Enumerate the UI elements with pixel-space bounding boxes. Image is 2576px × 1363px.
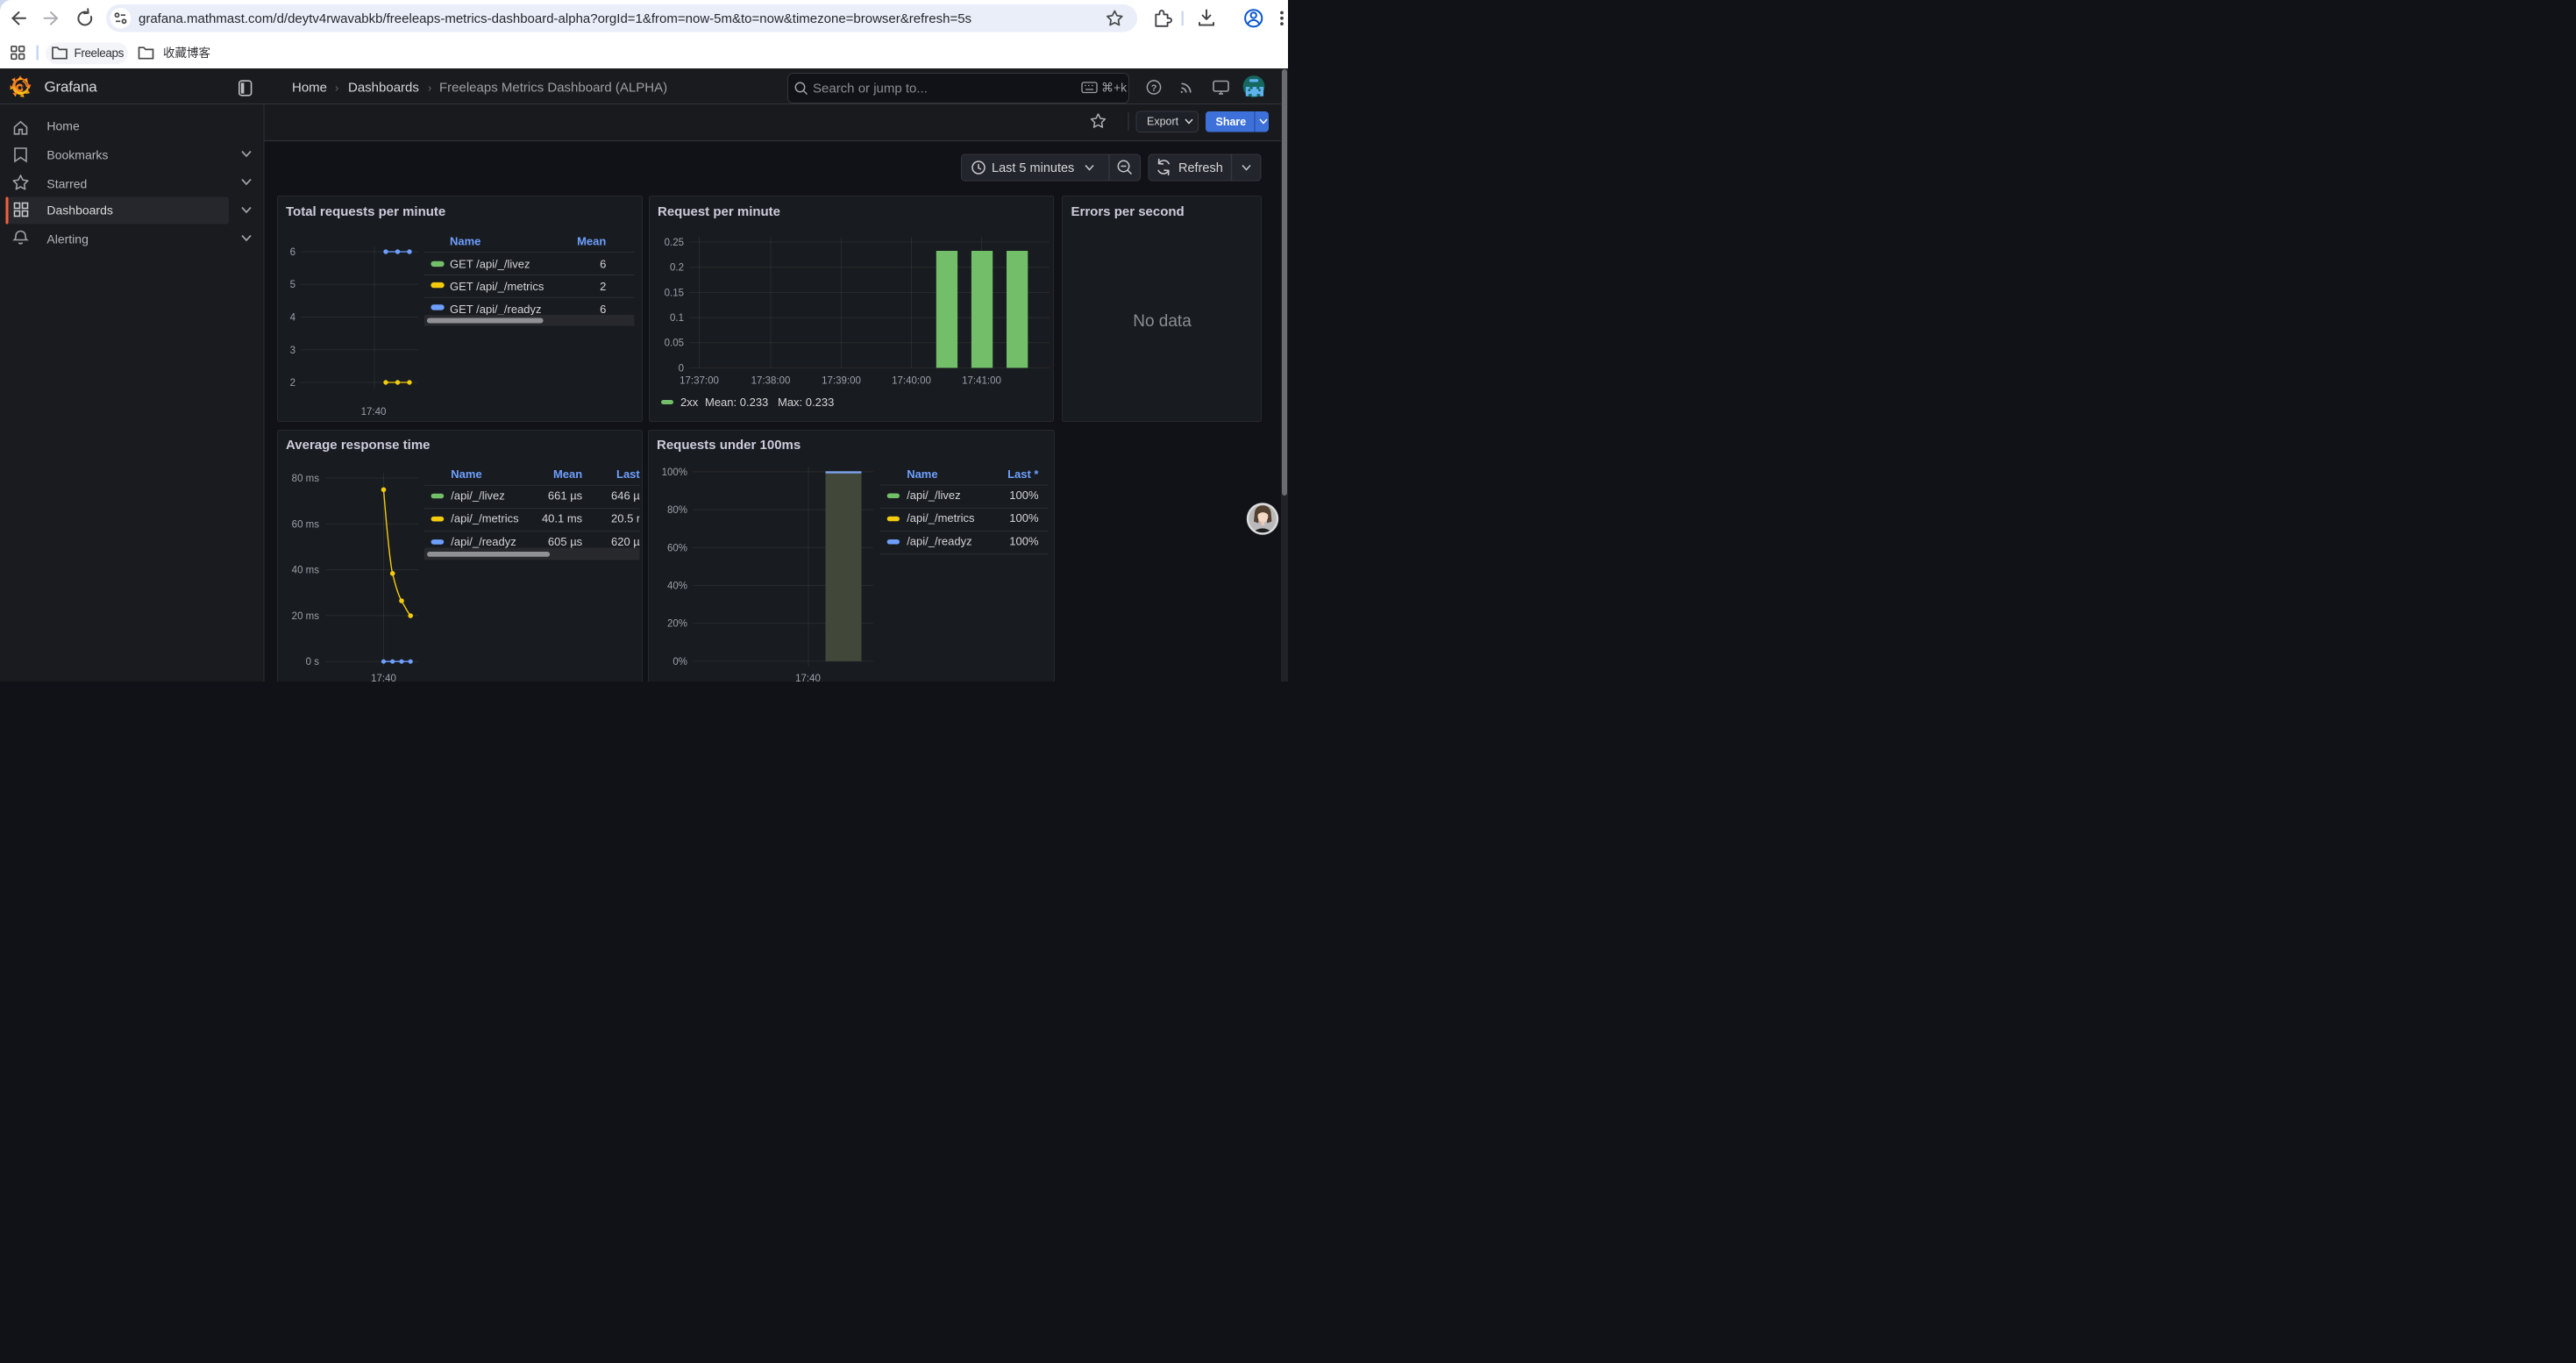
svg-text:17:39:00: 17:39:00: [822, 376, 861, 387]
svg-text:/api/_/livez: /api/_/livez: [451, 489, 504, 502]
svg-text:Max: 0.233: Max: 0.233: [778, 396, 834, 409]
svg-text:4: 4: [290, 313, 296, 324]
svg-text:80 ms: 80 ms: [292, 474, 320, 484]
svg-text:2: 2: [290, 378, 295, 389]
svg-text:Mean: 0.233: Mean: 0.233: [705, 396, 768, 409]
svg-text:0 s: 0 s: [306, 657, 320, 667]
svg-text:40.1 ms: 40.1 ms: [542, 512, 583, 525]
svg-text:/api/_/livez: /api/_/livez: [907, 489, 960, 502]
svg-text:2xx: 2xx: [680, 396, 699, 409]
svg-text:Last *: Last *: [616, 467, 648, 481]
svg-text:Mean: Mean: [577, 235, 606, 248]
svg-text:20%: 20%: [667, 619, 687, 630]
svg-text:Name: Name: [450, 235, 480, 248]
svg-text:GET /api/_/livez: GET /api/_/livez: [450, 257, 530, 270]
svg-text:3: 3: [290, 346, 295, 356]
svg-text:20 ms: 20 ms: [292, 611, 320, 622]
svg-text:100%: 100%: [1009, 535, 1039, 548]
svg-text:0.1: 0.1: [670, 313, 684, 324]
svg-text:Last *: Last *: [1007, 467, 1039, 481]
svg-text:Freeleaps: Freeleaps: [75, 46, 125, 60]
svg-text:80%: 80%: [667, 505, 687, 516]
svg-text:17:40: 17:40: [361, 407, 387, 417]
svg-text:661 µs: 661 µs: [548, 489, 583, 502]
svg-text:Mean: Mean: [553, 467, 582, 481]
svg-text:100%: 100%: [1009, 511, 1039, 525]
svg-text:Name: Name: [907, 467, 937, 481]
svg-text:GET /api/_/readyz: GET /api/_/readyz: [450, 303, 542, 316]
svg-text:17:40:00: 17:40:00: [892, 376, 931, 387]
svg-text:0.05: 0.05: [665, 339, 684, 349]
svg-text:2: 2: [600, 280, 606, 293]
svg-text:No data: No data: [1133, 312, 1192, 331]
svg-text:100%: 100%: [1009, 489, 1039, 502]
svg-text:17:37:00: 17:37:00: [680, 376, 719, 387]
svg-text:GET /api/_/metrics: GET /api/_/metrics: [450, 280, 544, 293]
svg-text:17:41:00: 17:41:00: [962, 376, 1001, 387]
svg-text:100%: 100%: [662, 467, 687, 478]
svg-text:60 ms: 60 ms: [292, 519, 320, 530]
svg-text:收藏博客: 收藏博客: [163, 46, 210, 60]
svg-text:0.2: 0.2: [670, 263, 684, 274]
svg-text:40 ms: 40 ms: [292, 566, 320, 576]
svg-text:17:40: 17:40: [795, 674, 821, 682]
svg-text:17:38:00: 17:38:00: [751, 376, 791, 387]
svg-text:40%: 40%: [667, 582, 687, 592]
svg-text:Errors per second: Errors per second: [1071, 204, 1185, 219]
svg-text:0.15: 0.15: [665, 288, 684, 298]
svg-text:/api/_/metrics: /api/_/metrics: [907, 511, 975, 525]
svg-text:0: 0: [679, 363, 684, 374]
svg-text:Request per minute: Request per minute: [658, 204, 780, 219]
svg-text:17:40: 17:40: [371, 674, 396, 682]
svg-text:Requests under 100ms: Requests under 100ms: [657, 438, 801, 453]
svg-text:5: 5: [290, 280, 295, 290]
svg-text:605 µs: 605 µs: [548, 535, 583, 548]
svg-text:Average response time: Average response time: [286, 438, 431, 453]
svg-text:0%: 0%: [672, 657, 687, 667]
svg-text:/api/_/metrics: /api/_/metrics: [451, 512, 519, 525]
svg-text:20.5 ms: 20.5 ms: [611, 512, 652, 525]
svg-text:Name: Name: [451, 467, 481, 481]
svg-text:/api/_/readyz: /api/_/readyz: [451, 535, 516, 548]
svg-text:Total requests per minute: Total requests per minute: [286, 204, 445, 219]
svg-text:/api/_/readyz: /api/_/readyz: [907, 535, 971, 548]
svg-text:0.25: 0.25: [665, 238, 684, 248]
svg-text:grafana.mathmast.com/d/deytv4r: grafana.mathmast.com/d/deytv4rwavabkb/fr…: [139, 11, 971, 26]
svg-text:6: 6: [600, 303, 606, 316]
svg-text:60%: 60%: [667, 543, 687, 553]
svg-text:6: 6: [290, 247, 295, 258]
svg-text:6: 6: [600, 257, 606, 270]
